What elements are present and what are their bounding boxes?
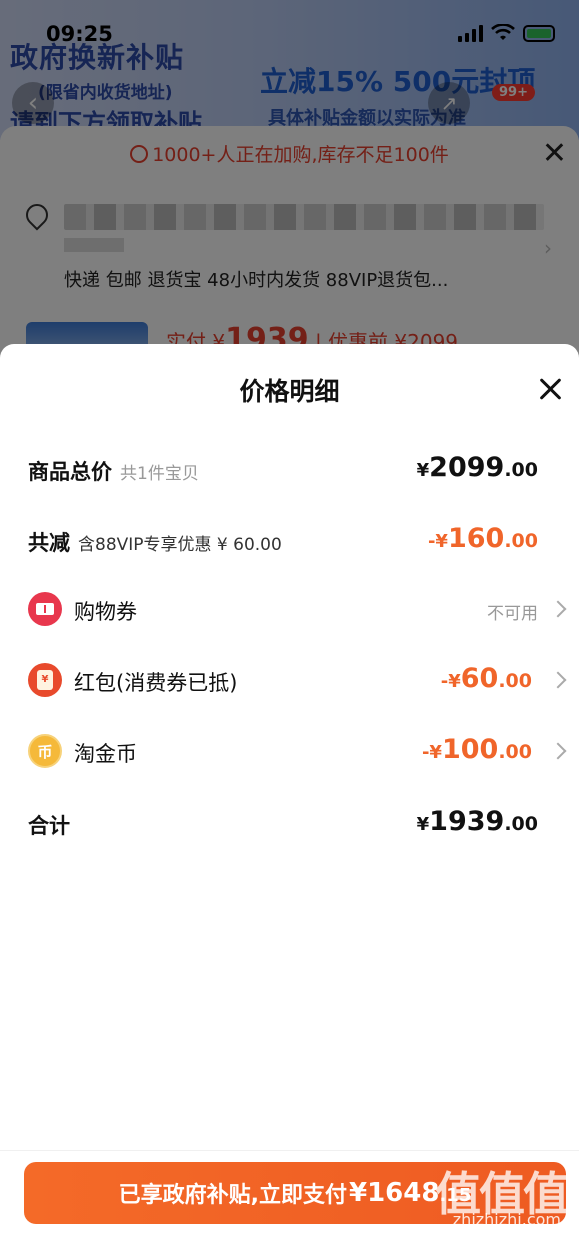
coupon-status: 不可用	[487, 604, 538, 624]
ticket-icon	[28, 592, 62, 626]
modal-overlay[interactable]	[0, 0, 579, 360]
amount-dec: .00	[504, 459, 538, 481]
amount-dec: .00	[504, 813, 538, 835]
sum-amount: ¥1939.00	[417, 806, 538, 837]
red-packet-label: 红包(消费券已抵)	[74, 671, 238, 695]
coin-icon: 币	[28, 734, 62, 768]
red-packet-amount: -¥60.00	[441, 663, 532, 694]
currency: ¥	[416, 460, 430, 481]
row-taojinbi[interactable]: 币 淘金币 -¥100.00	[28, 732, 567, 772]
amount-int: 60	[460, 663, 499, 694]
amount-dec: .00	[504, 530, 538, 552]
currency: -¥	[440, 671, 461, 692]
discount-label: 共减 含88VIP专享优惠 ¥ 60.00	[28, 527, 282, 557]
total-price-amount: ¥2099.00	[417, 452, 538, 483]
amount-int: 100	[441, 734, 499, 765]
pay-button-label: 已享政府补贴,立即支付	[118, 1183, 347, 1208]
amount-dec: .00	[498, 670, 532, 692]
close-icon[interactable]	[535, 374, 565, 404]
footer-divider	[0, 1150, 579, 1151]
amount-int: 1939	[429, 806, 505, 837]
row-coupon[interactable]: 购物券 不可用	[28, 590, 567, 630]
background-page: 政府换新补贴 (限省内收货地址) 请到下方领取补贴 立减15% 500元封顶 具…	[0, 0, 579, 360]
vip-discount-note: 含88VIP专享优惠 ¥ 60.00	[78, 535, 282, 555]
chevron-right-icon	[549, 742, 567, 760]
row-sum: 合计 ¥1939.00	[28, 804, 552, 844]
currency: -¥	[421, 742, 442, 763]
currency: -¥	[427, 531, 448, 552]
watermark-site: zhizhizhi.com	[452, 1210, 561, 1229]
amount-int: 1648	[367, 1178, 440, 1208]
chevron-right-icon	[549, 671, 567, 689]
amount-dec: .00	[498, 741, 532, 763]
total-price-label: 商品总价 共1件宝贝	[28, 456, 199, 486]
amount-int: 160	[447, 523, 505, 554]
currency: ¥	[416, 814, 430, 835]
discount-amount: -¥160.00	[428, 523, 538, 554]
sheet-title: 价格明细	[239, 377, 340, 406]
taojinbi-amount: -¥100.00	[422, 734, 532, 765]
discount-label-text: 共减	[28, 531, 70, 555]
row-red-packet[interactable]: ¥ 红包(消费券已抵) -¥60.00	[28, 661, 567, 701]
coin-glyph: 币	[37, 742, 53, 761]
amount-int: 2099	[429, 452, 505, 483]
row-total-price: 商品总价 共1件宝贝 ¥2099.00	[28, 450, 552, 490]
chevron-right-icon	[549, 600, 567, 618]
taojinbi-label: 淘金币	[74, 742, 137, 766]
red-packet-icon: ¥	[28, 663, 62, 697]
sum-label: 合计	[28, 814, 70, 838]
price-detail-sheet: 价格明细 商品总价 共1件宝贝 ¥2099.00 共减 含88VIP专享优惠 ¥ 6…	[0, 344, 579, 1237]
row-total-discount: 共减 含88VIP专享优惠 ¥ 60.00 -¥160.00	[28, 521, 552, 561]
item-count: 共1件宝贝	[120, 464, 199, 484]
coupon-label: 购物券	[74, 600, 137, 624]
site-watermark: 值值值 zhizhizhi.com	[431, 1152, 571, 1232]
currency: ¥	[349, 1178, 368, 1208]
total-price-label-text: 商品总价	[28, 460, 112, 484]
